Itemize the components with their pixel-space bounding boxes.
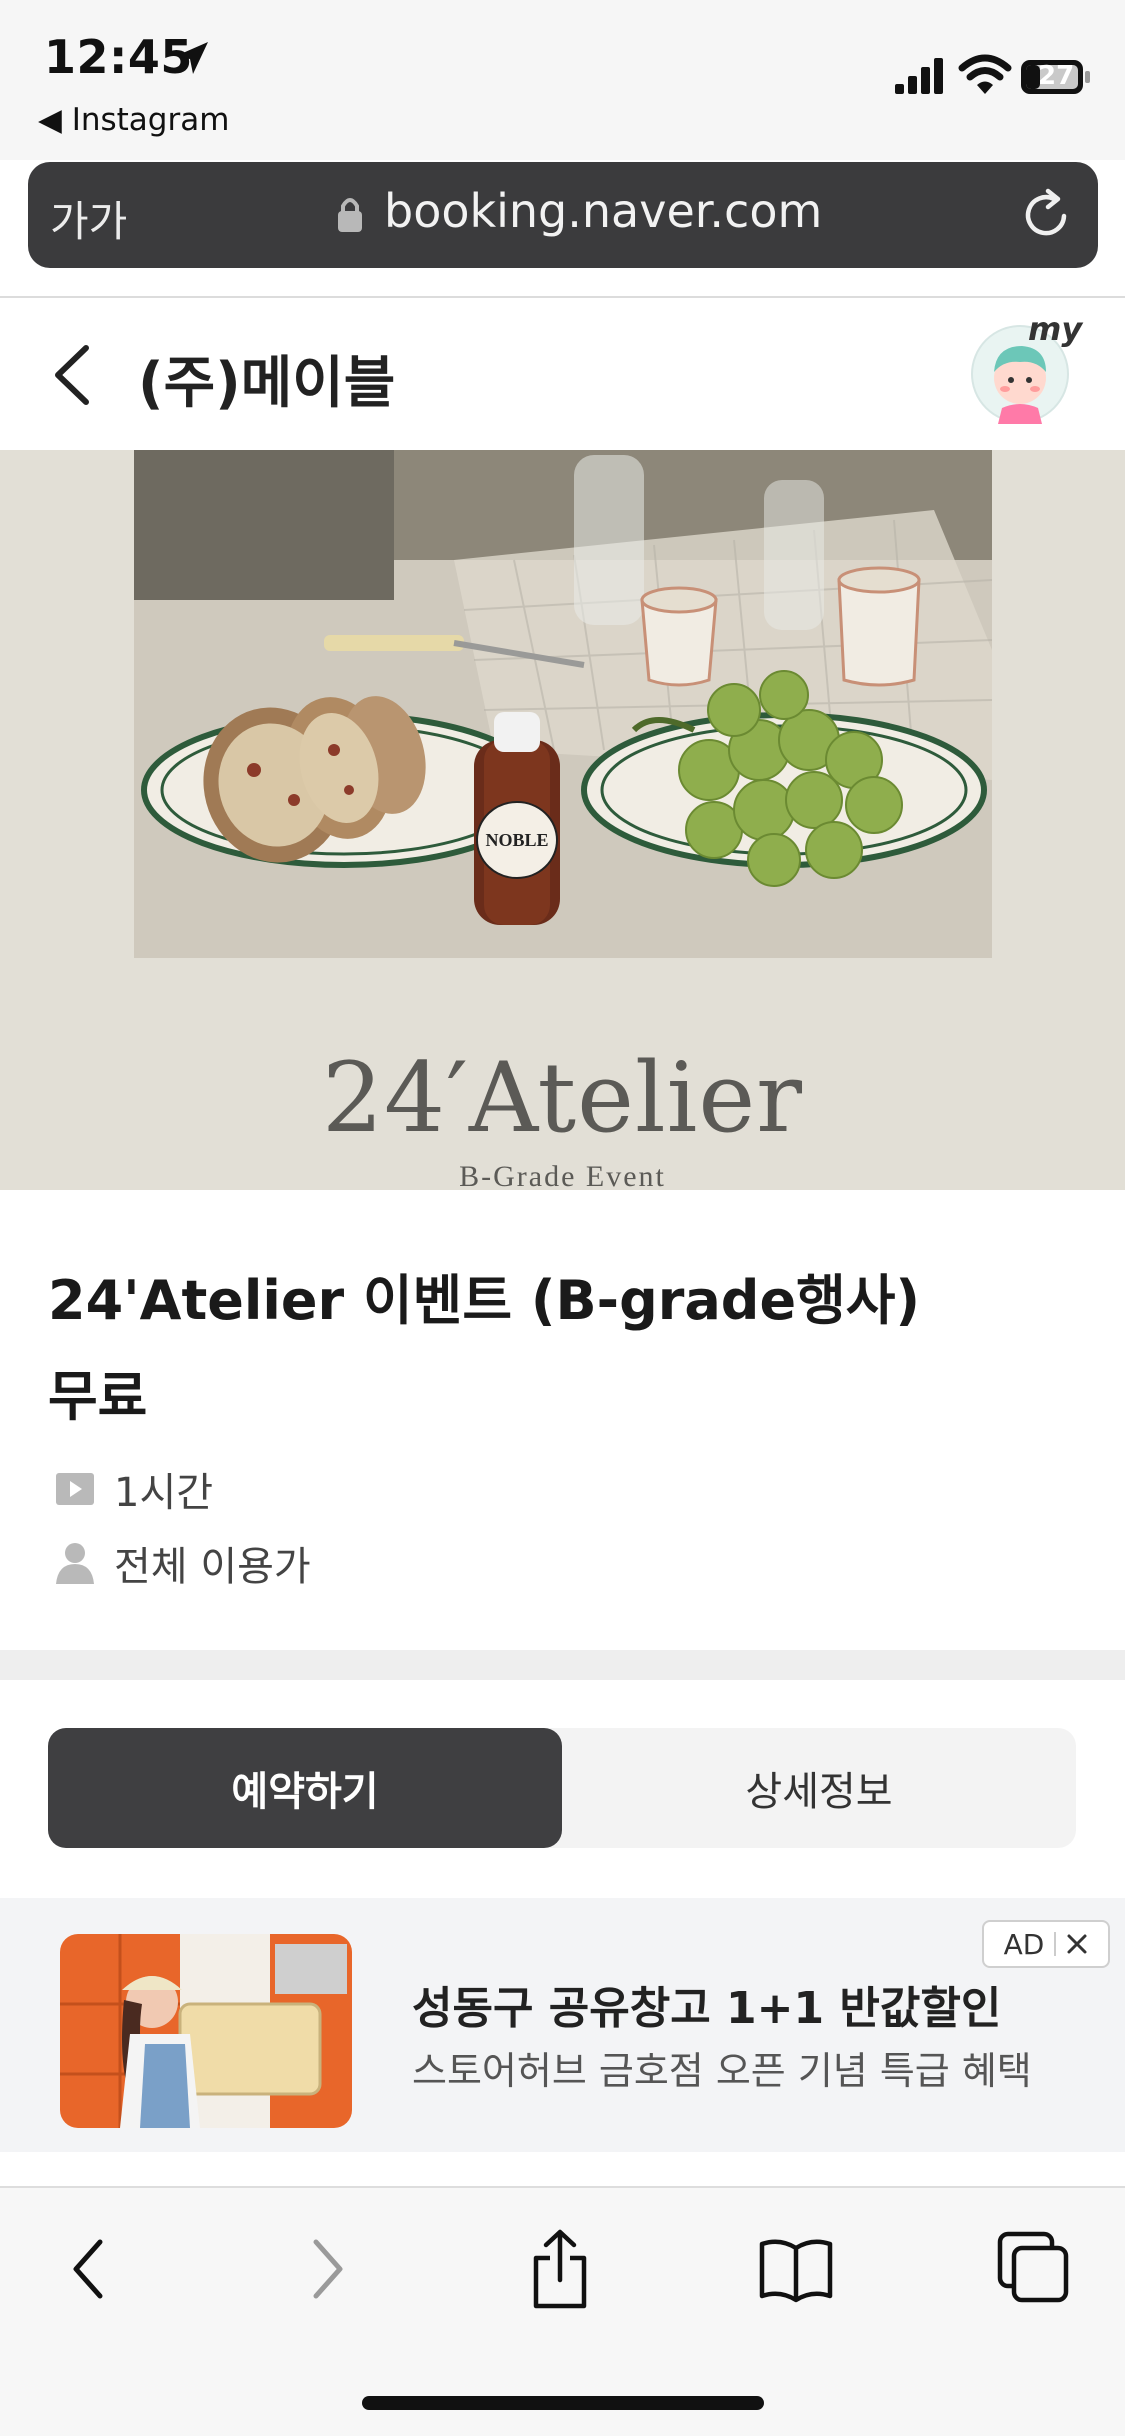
event-price: 무료 (48, 1365, 148, 1428)
address-bar[interactable]: 가가 booking.naver.com (28, 162, 1098, 268)
wifi-icon (958, 54, 1012, 94)
status-time: 12:45 (44, 30, 193, 84)
event-title: 24'Atelier 이벤트 (B-grade행사) (48, 1269, 921, 1332)
event-audience: 전체 이용가 (114, 1544, 311, 1590)
home-indicator (362, 2396, 764, 2410)
reload-icon[interactable] (1018, 186, 1076, 244)
event-duration: 1시간 (114, 1470, 214, 1516)
battery-percent: 27 (1038, 61, 1075, 91)
bottle-label-text: NOBLE (485, 830, 548, 850)
signal-icon (895, 58, 943, 94)
ad-title: 성동구 공유창고 1+1 반값할인 (412, 1983, 1002, 2034)
hero-banner: NOBLE 24′Atelier B-Grade Event (0, 450, 1125, 1193)
brand-title: 24′Atelier (321, 1042, 804, 1154)
play-duration-icon (56, 1473, 94, 1505)
status-bar: 12:45 ◀ Instagram 27 (0, 0, 1125, 160)
close-icon[interactable] (1066, 1933, 1088, 1955)
person-icon (56, 1543, 94, 1584)
tabs-icon[interactable] (996, 2230, 1070, 2304)
ad-image (60, 1934, 352, 2128)
ad-badge-divider (1054, 1932, 1057, 1956)
url-domain[interactable]: booking.naver.com (384, 184, 822, 238)
back-to-app-link[interactable]: ◀ Instagram (38, 102, 229, 138)
brand-subtitle: B-Grade Event (459, 1160, 666, 1193)
event-photo: NOBLE (134, 450, 992, 958)
back-chevron-icon[interactable] (48, 342, 96, 408)
ad-close-badge[interactable]: AD (982, 1920, 1110, 1968)
text-size-button[interactable]: 가가 (50, 188, 127, 249)
lock-icon (338, 198, 362, 232)
ad-photo (60, 1934, 352, 2128)
tab-reservation[interactable]: 예약하기 (48, 1728, 562, 1848)
section-divider (0, 1650, 1125, 1680)
tab-bar: 예약하기 상세정보 (48, 1728, 1076, 1848)
ad-banner[interactable]: AD 성동구 공유창고 1+1 반값할인 스토어허브 금호점 오픈 기념 특급 … (0, 1898, 1125, 2152)
my-page-avatar[interactable]: my (970, 310, 1082, 424)
ad-subtitle: 스토어허브 금호점 오픈 기념 특급 혜택 (412, 2049, 1032, 2093)
app-header: (주)메이블 my (0, 298, 1125, 450)
forward-icon[interactable] (302, 2234, 352, 2304)
location-arrow-icon (176, 42, 208, 74)
share-icon[interactable] (528, 2228, 592, 2310)
bookmarks-icon[interactable] (758, 2234, 834, 2304)
battery-indicator: 27 (1020, 56, 1092, 98)
ad-label: AD (1003, 1927, 1045, 1961)
page-title: (주)메이블 (138, 351, 396, 416)
tab-details[interactable]: 상세정보 (562, 1728, 1076, 1848)
back-icon[interactable] (64, 2234, 114, 2304)
avatar-label: my (1028, 310, 1083, 348)
